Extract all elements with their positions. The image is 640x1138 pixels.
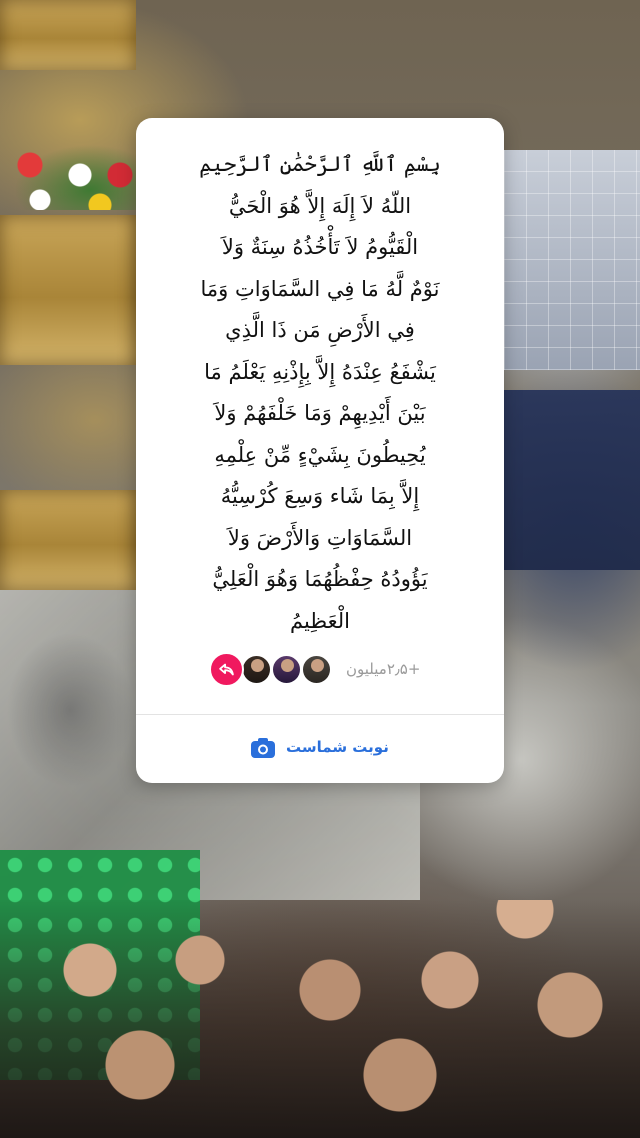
verse-line: إِلاَّ بِمَا شَاء وَسِعَ كُرْسِيُّهُ [220, 484, 420, 508]
gold-panel-middle [0, 215, 136, 365]
your-turn-label: نوبت شماست [286, 738, 389, 756]
crowd [0, 900, 640, 1138]
camera-icon [251, 738, 275, 758]
avatar [241, 654, 272, 685]
verse-line: اللّهُ لاَ إِلَهَ إِلاَّ هُوَ الْحَيُّ [228, 193, 412, 218]
gold-panel-top [0, 0, 136, 70]
verse-line: السَّمَاوَاتِ وَالأَرْضَ وَلاَ [227, 525, 413, 550]
avatar [301, 654, 332, 685]
verse-line: يُحِيطُونَ بِشَيْءٍ مِّنْ عِلْمِهِ [214, 442, 426, 467]
verse-line: فِي الأَرْضِ مَن ذَا الَّذِي [225, 318, 415, 342]
share-arrow-icon[interactable] [209, 652, 244, 687]
verse-line: بَيْنَ أَيْدِيهِمْ وَمَا خَلْفَهُمْ وَلا… [214, 401, 426, 425]
reactions-row[interactable]: +۲٫۵میلیون [136, 650, 504, 692]
divider [136, 714, 504, 715]
gold-panel-lower [0, 490, 136, 590]
verse-text: بِسْمِ ٱللَّهِ ٱلرَّحْمَٰنِ ٱلرَّحِيمِ ا… [154, 144, 486, 642]
avatar [271, 654, 302, 685]
verse-line: يَؤُودُهُ حِفْظُهُمَا وَهُوَ الْعَلِيُّ [212, 567, 428, 591]
blue-calligraphy-band [504, 390, 640, 570]
verse-line: بِسْمِ ٱللَّهِ ٱلرَّحْمَٰنِ ٱلرَّحِيمِ [199, 152, 441, 176]
text-story-card[interactable]: بِسْمِ ٱللَّهِ ٱلرَّحْمَٰنِ ٱلرَّحِيمِ ا… [136, 118, 504, 783]
verse-line: يَشْفَعُ عِنْدَهُ إِلاَّ بِإِذْنِهِ يَعْ… [204, 359, 436, 384]
your-turn-button[interactable]: نوبت شماست [136, 730, 504, 768]
verse-line: نَوْمٌ لَّهُ مَا فِي السَّمَاوَاتِ وَمَا [200, 276, 440, 301]
mirror-wall [504, 150, 640, 370]
verse-line: الْعَظِيمُ [290, 608, 350, 633]
reaction-count: +۲٫۵میلیون [346, 660, 421, 678]
verse-line: الْقَيُّومُ لاَ تَأْخُذُهُ سِنَةٌ وَلاَ [221, 235, 419, 259]
